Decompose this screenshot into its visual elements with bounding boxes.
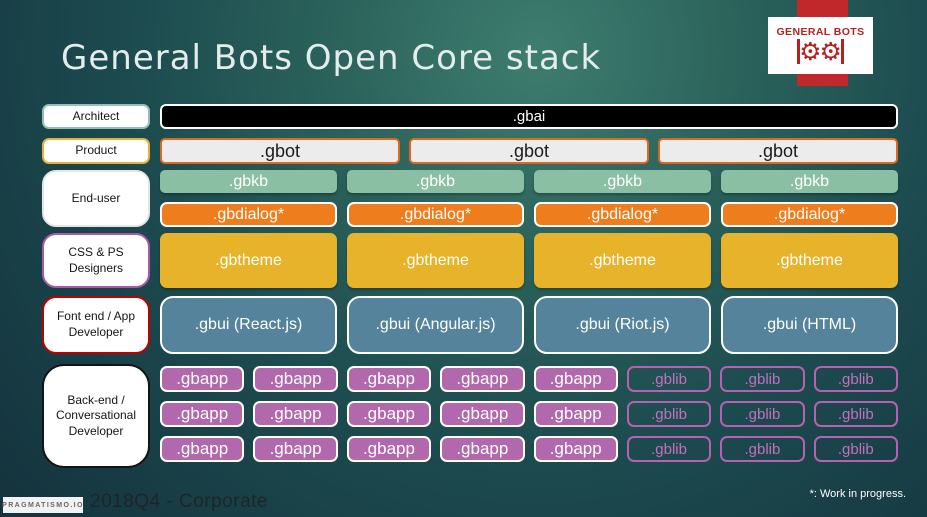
gbapp-box: .gbapp (253, 401, 338, 427)
gbdialog-box: .gbdialog* (721, 202, 898, 227)
gblib-box: .gblib (720, 366, 805, 392)
pragmatismo-logo-text: PRAGMATISMO.IO (2, 501, 84, 509)
gbkb-box: .gbkb (721, 170, 898, 193)
row-gbai: .gbai (160, 104, 898, 129)
role-label-architect: Architect (42, 104, 150, 129)
gbapp-box: .gbapp (346, 436, 432, 462)
slide: General Bots Open Core stack GENERAL BOT… (0, 0, 927, 517)
role-label-css-ps-designers: CSS & PS Designers (42, 233, 150, 288)
pragmatismo-logo: PRAGMATISMO.IO (2, 497, 84, 513)
gbapp-box: .gbapp (253, 436, 338, 462)
row-backend-3: .gbapp .gbapp .gbapp .gbapp .gbapp .gbli… (160, 436, 898, 462)
gbapp-box: .gbapp (253, 366, 338, 392)
gears-icon: ⚙ ⚙ (797, 38, 844, 66)
gbkb-box: .gbkb (160, 170, 337, 193)
gbdialog-box: .gbdialog* (534, 202, 711, 227)
gblib-box: .gblib (813, 436, 898, 462)
row-gbui: .gbui (React.js) .gbui (Angular.js) .gbu… (160, 296, 898, 354)
gbkb-box: .gbkb (347, 170, 524, 193)
gblib-box: .gblib (720, 436, 805, 462)
page-title: General Bots Open Core stack (61, 38, 602, 78)
gbapp-box: .gbapp (440, 436, 525, 462)
gbdialog-box: .gbdialog* (347, 202, 524, 227)
gbapp-box: .gbapp (160, 366, 245, 392)
gbtheme-box: .gbtheme (534, 233, 711, 288)
gblib-box: .gblib (720, 401, 805, 427)
gbapp-box: .gbapp (440, 366, 525, 392)
slide-footer-caption: 2018Q4 - Corporate (90, 491, 268, 512)
row-gbdialog: .gbdialog* .gbdialog* .gbdialog* .gbdial… (160, 202, 898, 227)
role-label-product: Product (42, 138, 150, 164)
role-label-frontend-app-developer: Font end / App Developer (42, 296, 150, 354)
gbapp-box: .gbapp (533, 401, 618, 427)
row-gbtheme: .gbtheme .gbtheme .gbtheme .gbtheme (160, 233, 898, 288)
gbapp-box: .gbapp (160, 401, 245, 427)
gbui-riot-box: .gbui (Riot.js) (534, 296, 711, 354)
gbapp-box: .gbapp (533, 436, 618, 462)
gbapp-box: .gbapp (440, 401, 525, 427)
row-backend-1: .gbapp .gbapp .gbapp .gbapp .gbapp .gbli… (160, 366, 898, 392)
role-label-end-user: End-user (42, 170, 150, 227)
row-gbot: .gbot .gbot .gbot (160, 138, 898, 164)
row-backend-2: .gbapp .gbapp .gbapp .gbapp .gbapp .gbli… (160, 401, 898, 427)
gbai-box: .gbai (160, 104, 898, 129)
gblib-box: .gblib (813, 401, 898, 427)
gbdialog-box: .gbdialog* (160, 202, 337, 227)
gbapp-box: .gbapp (346, 366, 432, 392)
gbui-react-box: .gbui (React.js) (160, 296, 337, 354)
gbot-box: .gbot (160, 138, 400, 164)
gbui-angular-box: .gbui (Angular.js) (347, 296, 524, 354)
gblib-box: .gblib (626, 436, 712, 462)
gbkb-box: .gbkb (534, 170, 711, 193)
gbapp-box: .gbapp (533, 366, 618, 392)
general-bots-logo: GENERAL BOTS ⚙ ⚙ (768, 17, 873, 74)
gbapp-box: .gbapp (160, 436, 245, 462)
work-in-progress-note: *: Work in progress. (809, 488, 906, 500)
gbapp-box: .gbapp (346, 401, 432, 427)
gbot-box: .gbot (658, 138, 898, 164)
gear-icon: ⚙ (819, 37, 842, 66)
row-gbkb: .gbkb .gbkb .gbkb .gbkb (160, 170, 898, 193)
gear-bar-right (840, 39, 844, 64)
gbtheme-box: .gbtheme (347, 233, 524, 288)
gblib-box: .gblib (813, 366, 898, 392)
gblib-box: .gblib (626, 366, 712, 392)
logo-text: GENERAL BOTS (776, 25, 865, 38)
role-label-backend-conversational-developer: Back-end / Conversational Developer (42, 364, 150, 468)
gbtheme-box: .gbtheme (160, 233, 337, 288)
gblib-box: .gblib (626, 401, 712, 427)
gbtheme-box: .gbtheme (721, 233, 898, 288)
gbui-html-box: .gbui (HTML) (721, 296, 898, 354)
gear-icon: ⚙ (799, 37, 822, 66)
gbot-box: .gbot (409, 138, 649, 164)
